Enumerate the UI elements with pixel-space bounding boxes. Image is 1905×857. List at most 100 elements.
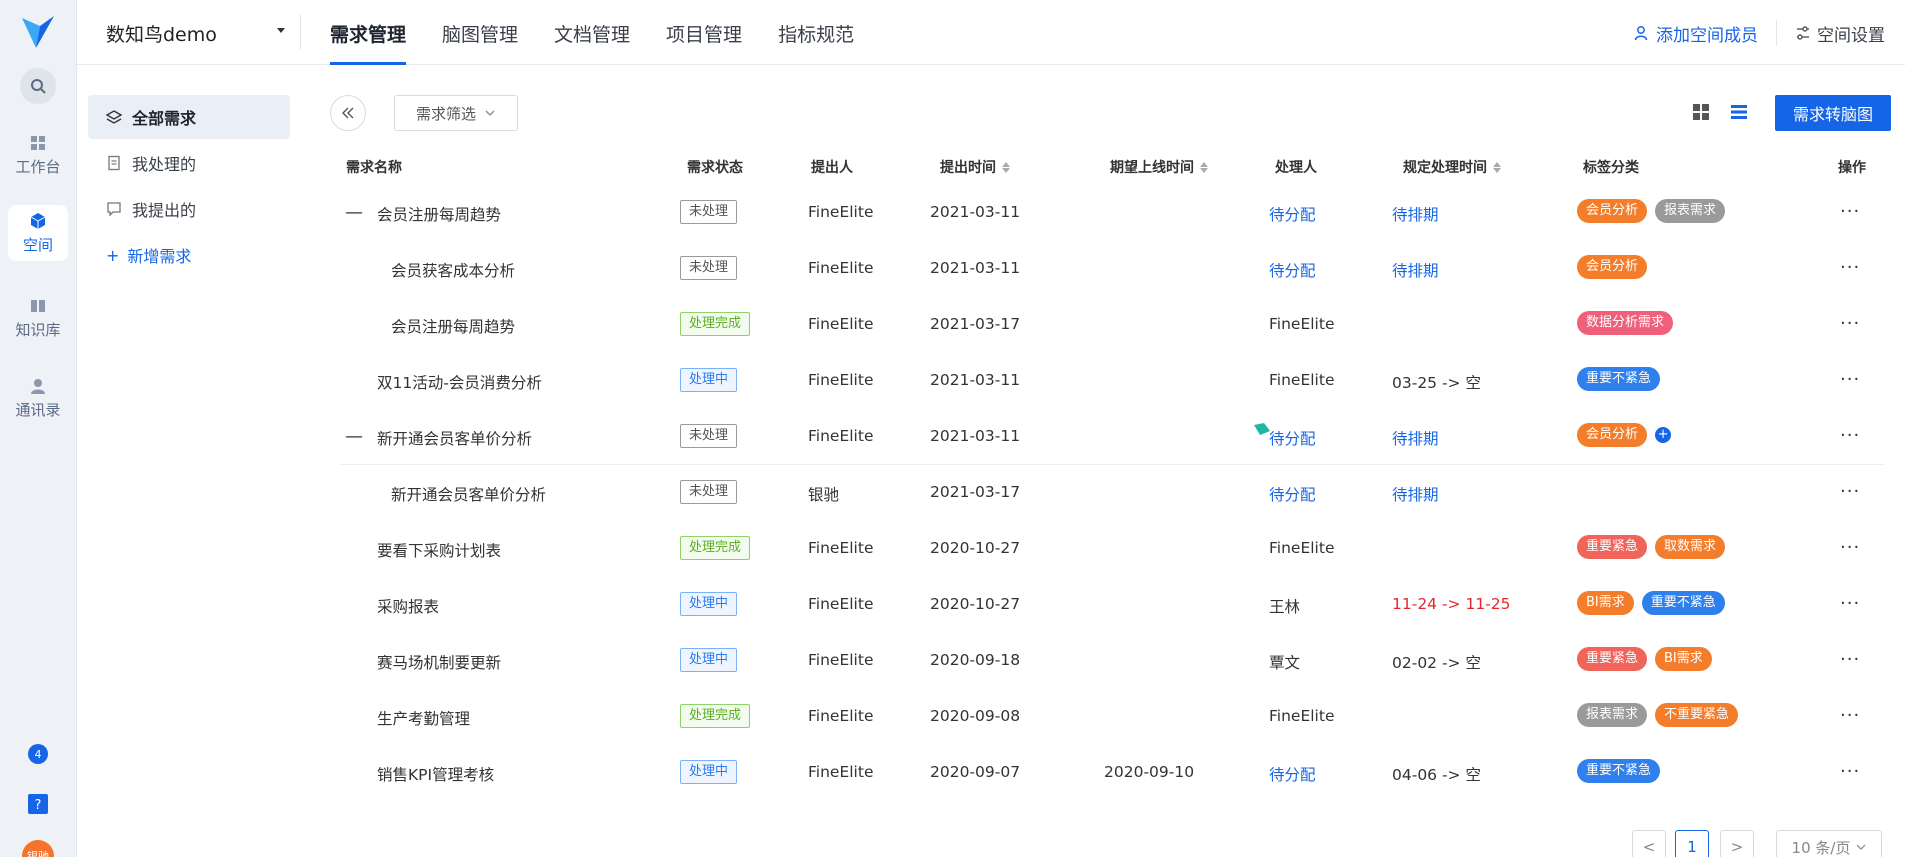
requirement-name[interactable]: 会员注册每周趋势 (391, 315, 515, 337)
pagination-prev[interactable]: < (1632, 830, 1666, 857)
rail-item-workbench[interactable]: 工作台 (8, 127, 68, 183)
more-actions-button[interactable]: ··· (1840, 201, 1860, 222)
tag-badge[interactable]: 取数需求 (1655, 535, 1726, 559)
list-view-icon[interactable] (1730, 103, 1748, 121)
column-header-submit-time[interactable]: 提出时间 (940, 157, 1010, 177)
requirement-name[interactable]: 要看下采购计划表 (377, 539, 501, 561)
tag-badge[interactable]: 重要不紧急 (1577, 759, 1661, 783)
tag-badge[interactable]: 会员分析 (1577, 423, 1648, 447)
sort-icon[interactable] (1002, 161, 1010, 173)
table-row[interactable]: 赛马场机制要更新 处理中 FineElite 2020-09-18 覃文 02-02 ->… (340, 633, 1885, 689)
column-header-deadline[interactable]: 规定处理时间 (1403, 157, 1501, 177)
tab-mindmap[interactable]: 脑图管理 (442, 0, 536, 65)
deadline[interactable]: 待排期 (1392, 259, 1439, 281)
app-logo-icon[interactable] (18, 12, 58, 52)
deadline[interactable]: 待排期 (1392, 203, 1439, 225)
subnav-item-mine-handled[interactable]: 我处理的 (88, 141, 290, 185)
table-row[interactable]: 要看下采购计划表 处理完成 FineElite 2020-10-27 FineElite… (340, 521, 1885, 577)
collapse-sidebar-button[interactable] (330, 95, 366, 131)
tab-requirements[interactable]: 需求管理 (330, 0, 424, 65)
question-icon[interactable]: ? (26, 792, 50, 816)
more-actions-button[interactable]: ··· (1840, 257, 1860, 278)
pagination-page[interactable]: 1 (1675, 830, 1709, 857)
table-row[interactable]: — 会员注册每周趋势 未处理 FineElite 2021-03-11 待分配 待排期 会员分… (340, 185, 1885, 241)
caret-down-icon[interactable] (275, 24, 287, 36)
grid-view-icon[interactable] (1692, 103, 1710, 121)
submit-date: 2021-03-11 (930, 203, 1021, 221)
help-bot-icon[interactable]: 4 (26, 742, 50, 766)
page-size-select[interactable]: 10 条/页 (1776, 830, 1882, 857)
tag-badge[interactable]: 会员分析 (1577, 255, 1648, 279)
handler[interactable]: 待分配 (1269, 259, 1316, 281)
tag-badge[interactable]: 重要不紧急 (1641, 591, 1725, 615)
requirement-name[interactable]: 销售KPI管理考核 (377, 763, 494, 785)
table-row[interactable]: 销售KPI管理考核 处理中 FineElite 2020-09-07 2020-09-1… (340, 745, 1885, 801)
table-row[interactable]: 会员注册每周趋势 处理完成 FineElite 2021-03-17 FineElite… (340, 297, 1885, 353)
handler[interactable]: 待分配 (1269, 763, 1316, 785)
tab-documents[interactable]: 文档管理 (554, 0, 648, 65)
more-actions-button[interactable]: ··· (1840, 761, 1860, 782)
proposer: FineElite (808, 707, 874, 725)
tag-badge[interactable]: BI需求 (1577, 591, 1634, 615)
tag-badge[interactable]: 数据分析需求 (1577, 311, 1674, 335)
handler[interactable]: 待分配 (1269, 427, 1316, 449)
tag-badge[interactable]: 报表需求 (1577, 703, 1648, 727)
convert-to-mindmap-button[interactable]: 需求转脑图 (1775, 95, 1891, 131)
handler[interactable]: 待分配 (1269, 203, 1316, 225)
requirement-name[interactable]: 新开通会员客单价分析 (377, 427, 532, 449)
space-name[interactable]: 数知鸟demo (106, 20, 217, 47)
collapse-row-toggle[interactable]: — (345, 426, 363, 447)
tag-badge[interactable]: 重要紧急 (1577, 535, 1648, 559)
table-row[interactable]: 新开通会员客单价分析 未处理 银驰 2021-03-17 待分配 待排期 ··· (340, 465, 1885, 521)
requirement-name[interactable]: 双11活动-会员消费分析 (377, 371, 542, 393)
rail-item-space[interactable]: 空间 (8, 205, 68, 261)
requirement-name[interactable]: 采购报表 (377, 595, 439, 617)
tag-badge[interactable]: 重要紧急 (1577, 647, 1648, 671)
handler[interactable]: 待分配 (1269, 483, 1316, 505)
more-actions-button[interactable]: ··· (1840, 593, 1860, 614)
subnav-item-mine-submitted[interactable]: 我提出的 (88, 187, 290, 231)
requirement-name[interactable]: 赛马场机制要更新 (377, 651, 501, 673)
sort-icon[interactable] (1493, 161, 1501, 173)
requirement-name[interactable]: 生产考勤管理 (377, 707, 470, 729)
pagination-next[interactable]: > (1720, 830, 1754, 857)
tag-badge[interactable]: 重要不紧急 (1577, 367, 1661, 391)
more-actions-button[interactable]: ··· (1840, 425, 1860, 446)
add-tag-icon[interactable]: + (1655, 427, 1672, 443)
table-row[interactable]: — 新开通会员客单价分析 未处理 FineElite 2021-03-11 待分配 待排期 会… (340, 409, 1885, 465)
more-actions-button[interactable]: ··· (1840, 481, 1860, 502)
requirement-name[interactable]: 会员注册每周趋势 (377, 203, 501, 225)
space-settings-button[interactable]: 空间设置 (1795, 21, 1885, 46)
column-header-expected-time[interactable]: 期望上线时间 (1110, 157, 1208, 177)
status-badge: 处理完成 (680, 704, 751, 728)
global-search-button[interactable] (20, 68, 56, 104)
table-row[interactable]: 生产考勤管理 处理完成 FineElite 2020-09-08 FineElite 报表… (340, 689, 1885, 745)
tab-projects[interactable]: 项目管理 (666, 0, 760, 65)
sort-icon[interactable] (1200, 161, 1208, 173)
more-actions-button[interactable]: ··· (1840, 537, 1860, 558)
requirement-name[interactable]: 新开通会员客单价分析 (391, 483, 546, 505)
table-row[interactable]: 会员获客成本分析 未处理 FineElite 2021-03-11 待分配 待排期 会员分析… (340, 241, 1885, 297)
more-actions-button[interactable]: ··· (1840, 369, 1860, 390)
tab-metrics[interactable]: 指标规范 (778, 0, 872, 65)
table-row[interactable]: 采购报表 处理中 FineElite 2020-10-27 王林 11-24 -> 11-… (340, 577, 1885, 633)
requirement-name[interactable]: 会员获客成本分析 (391, 259, 515, 281)
user-avatar[interactable]: 银驰 (22, 840, 54, 857)
rail-item-knowledge[interactable]: 知识库 (8, 290, 68, 346)
add-requirement-button[interactable]: + 新增需求 (88, 233, 290, 277)
tag-badge[interactable]: 报表需求 (1655, 199, 1726, 223)
tag-badge[interactable]: 不重要紧急 (1655, 703, 1739, 727)
table-row[interactable]: 双11活动-会员消费分析 处理中 FineElite 2021-03-11 FineEl… (340, 353, 1885, 409)
more-actions-button[interactable]: ··· (1840, 649, 1860, 670)
more-actions-button[interactable]: ··· (1840, 313, 1860, 334)
rail-item-contacts[interactable]: 通讯录 (8, 370, 68, 426)
subnav-item-all[interactable]: 全部需求 (88, 95, 290, 139)
deadline[interactable]: 待排期 (1392, 483, 1439, 505)
more-actions-button[interactable]: ··· (1840, 705, 1860, 726)
collapse-row-toggle[interactable]: — (345, 202, 363, 223)
add-member-button[interactable]: 添加空间成员 (1634, 21, 1758, 46)
requirement-filter-dropdown[interactable]: 需求筛选 (394, 95, 518, 131)
tag-badge[interactable]: 会员分析 (1577, 199, 1648, 223)
deadline[interactable]: 待排期 (1392, 427, 1439, 449)
tag-badge[interactable]: BI需求 (1655, 647, 1712, 671)
